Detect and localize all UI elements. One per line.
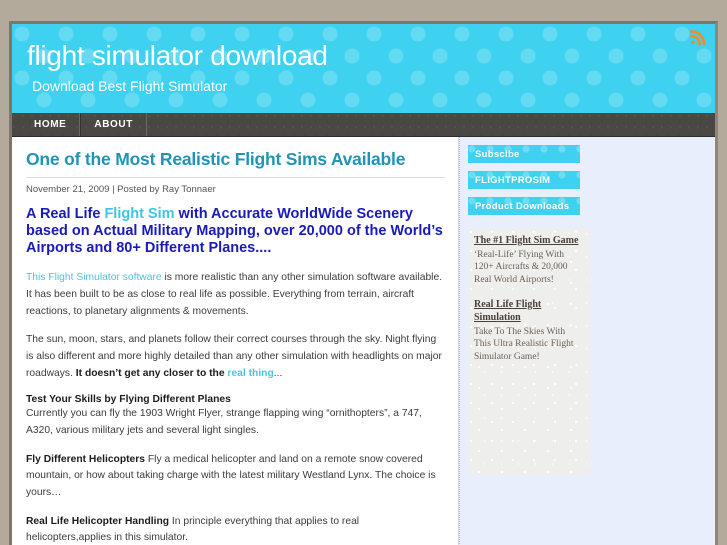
- site-banner: flight simulator download Download Best …: [12, 24, 715, 113]
- page-container: flight simulator download Download Best …: [9, 21, 718, 545]
- sidebar-widget-product-downloads[interactable]: Product Downloads: [468, 197, 580, 215]
- ad-title-real-life-flight-simulation[interactable]: Real Life Flight Simulation: [474, 298, 584, 325]
- paragraph-1: This Flight Simulator software is more r…: [26, 270, 445, 320]
- ad-text-real-life-flight-simulation: Take To The Skies With This Ultra Realis…: [474, 326, 574, 363]
- sidebar-widget-flightprosim[interactable]: FLIGHTPROSIM: [468, 171, 580, 189]
- section-helicopter-handling: Real Life Helicopter Handling In princip…: [26, 514, 445, 545]
- section-heading-test-skills: Test Your Skills by Flying Different Pla…: [26, 394, 231, 406]
- main-navigation: HOME ABOUT: [12, 113, 715, 137]
- title-divider: [26, 177, 445, 178]
- section-heading-fly-helicopters: Fly Different Helicopters: [26, 453, 146, 465]
- lead-link[interactable]: Flight Sim: [104, 206, 174, 222]
- site-tagline: Download Best Flight Simulator: [32, 78, 228, 94]
- nav-item-home[interactable]: HOME: [21, 113, 81, 136]
- paragraph-2-bold: It doesn’t get any closer to the: [75, 367, 228, 379]
- ad-text-flight-sim-game: ‘Real-Life’ Flying With 120+ Aircrafts &…: [474, 249, 568, 285]
- flight-simulator-software-link[interactable]: This Flight Simulator software: [26, 272, 162, 283]
- site-title: flight simulator download: [27, 40, 328, 71]
- lead-paragraph: A Real Life Flight Sim with Accurate Wor…: [26, 206, 445, 257]
- section-fly-helicopters: Fly Different Helicopters Fly a medical …: [26, 452, 445, 502]
- real-thing-link[interactable]: real thing: [227, 368, 273, 379]
- post-byline: November 21, 2009 | Posted by Ray Tonnae…: [26, 184, 216, 195]
- paragraph-2: The sun, moon, stars, and planets follow…: [26, 332, 445, 382]
- sidebar-widget-subscribe[interactable]: Subscibe: [468, 145, 580, 163]
- section-heading-helicopter-handling: Real Life Helicopter Handling: [26, 515, 170, 527]
- page-title: One of the Most Realistic Flight Sims Av…: [26, 149, 406, 169]
- sidebar: Subscibe FLIGHTPROSIM Product Downloads …: [459, 137, 715, 545]
- body-area: One of the Most Realistic Flight Sims Av…: [12, 137, 715, 545]
- rss-icon[interactable]: [690, 30, 707, 47]
- sidebar-ad-box: The #1 Flight Sim Game ‘Real-Life’ Flyin…: [468, 228, 590, 475]
- article-content: One of the Most Realistic Flight Sims Av…: [12, 137, 459, 545]
- section-text-test-skills: Currently you can fly the 1903 Wright Fl…: [26, 408, 422, 437]
- paragraph-2-tail: ...: [273, 367, 283, 379]
- nav-item-about[interactable]: ABOUT: [80, 113, 147, 136]
- ad-title-flight-sim-game[interactable]: The #1 Flight Sim Game: [474, 234, 584, 248]
- lead-text-start: A Real Life: [26, 206, 105, 222]
